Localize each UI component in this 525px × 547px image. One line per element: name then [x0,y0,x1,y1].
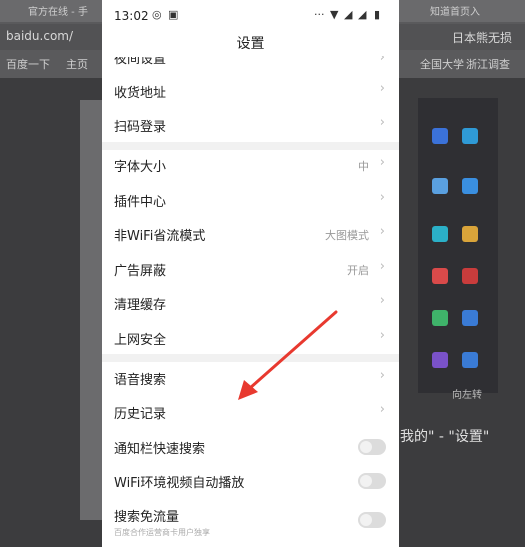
annotation-arrow [238,310,338,400]
